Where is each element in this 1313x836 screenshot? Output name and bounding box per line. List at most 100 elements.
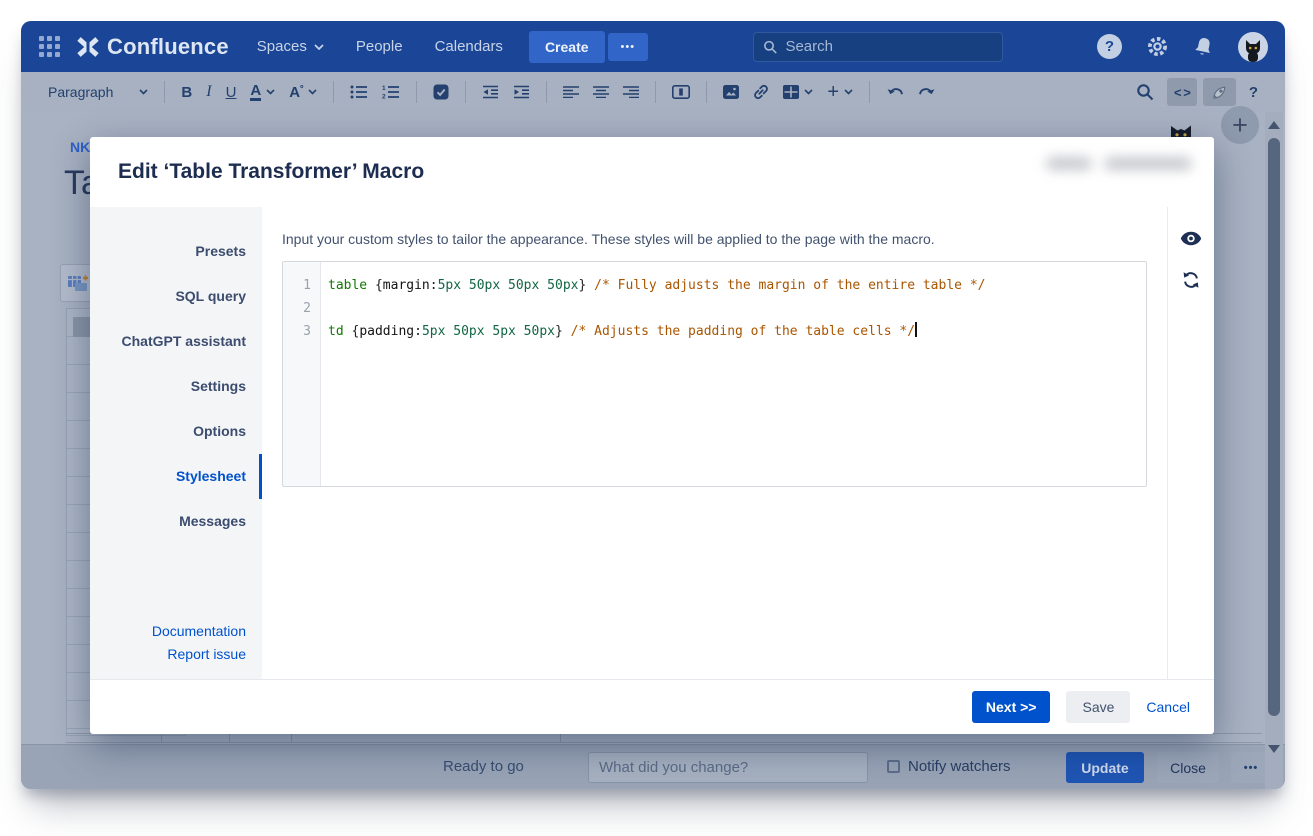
page-scrollbar[interactable] [1265,112,1283,789]
paragraph-label: Paragraph [48,84,114,100]
insert-more-dropdown[interactable]: + [820,78,860,106]
task-list-button[interactable] [426,78,456,106]
notify-watchers-checkbox[interactable] [887,760,900,773]
sidebar-item-messages[interactable]: Messages [90,499,262,544]
nav-item-calendars[interactable]: Calendars [435,38,503,55]
text-cursor [915,322,917,337]
redo-button[interactable] [911,78,943,106]
outdent-button[interactable] [475,78,506,106]
insert-table-dropdown[interactable] [776,78,820,106]
source-editor-button[interactable]: < > [1167,78,1197,106]
code-line-3: td {padding:5px 50px 5px 50px} /* Adjust… [328,322,917,339]
app-switcher-grid-icon[interactable] [38,35,62,59]
editor-status-bar: Ready to go Notify watchers Update Close… [21,744,1285,789]
editor-help-button[interactable]: ? [1242,78,1265,106]
outdent-icon [483,85,499,99]
numbered-list-button[interactable]: 1 2 [375,78,407,106]
paragraph-style-dropdown[interactable]: Paragraph [41,78,155,106]
cancel-link[interactable]: Cancel [1146,699,1190,715]
sidebar-item-sql-query[interactable]: SQL query [90,274,262,319]
nav-item-people[interactable]: People [356,38,403,55]
search-box[interactable] [753,31,1003,62]
align-center-button[interactable] [586,78,616,106]
dialog-side-tools [1167,207,1214,679]
page-layout-button[interactable] [665,78,697,106]
insert-link-button[interactable] [746,78,776,106]
avatar [1238,31,1268,62]
underline-button[interactable]: U [219,78,244,106]
undo-icon [887,87,904,94]
user-avatar[interactable] [1238,31,1268,62]
align-right-button[interactable] [616,78,646,106]
preview-button[interactable] [1180,231,1202,246]
indent-button[interactable] [506,78,537,106]
stylesheet-description: Input your custom styles to tailor the a… [282,231,935,247]
top-navbar: Confluence Spaces People Calendars Creat… [21,21,1285,72]
rocket-icon [1213,86,1226,99]
confluence-logo[interactable]: Confluence [77,34,229,60]
sidebar-item-settings[interactable]: Settings [90,364,262,409]
toolbar-separator [465,81,467,103]
refresh-button[interactable] [1181,270,1201,290]
version-comment-input[interactable] [588,752,868,783]
scroll-up-arrow[interactable] [1268,121,1280,129]
next-button[interactable]: Next >> [971,691,1051,723]
nav-more-button[interactable]: ••• [607,32,649,61]
notifications-button[interactable] [1193,36,1214,58]
sidebar-item-chatgpt-assistant[interactable]: ChatGPT assistant [90,319,262,364]
search-icon [764,40,777,54]
toolbar-separator [164,81,166,103]
text-color-dropdown[interactable]: A [243,78,282,106]
line-number: 2 [303,301,311,316]
report-issue-link[interactable]: Report issue [152,643,246,666]
blurred-badge [1046,157,1192,170]
chevron-down-icon [804,89,813,95]
align-left-button[interactable] [556,78,586,106]
documentation-link[interactable]: Documentation [152,620,246,643]
italic-button[interactable]: I [199,78,218,106]
save-button[interactable]: Save [1066,691,1131,723]
notify-watchers-control[interactable]: Notify watchers [887,758,1011,775]
sidebar-item-stylesheet[interactable]: Stylesheet [90,454,262,499]
update-button[interactable]: Update [1066,752,1144,783]
insert-files-button[interactable] [716,78,746,106]
bullet-list-icon [350,85,368,99]
line-number-gutter: 1 2 3 [283,262,321,486]
find-replace-button[interactable] [1129,78,1161,106]
chevron-down-icon [314,43,324,50]
bell-icon [1195,37,1210,55]
toolbar-separator [706,81,708,103]
close-button[interactable]: Close [1157,752,1219,783]
svg-text:2: 2 [382,94,386,100]
redo-icon [919,87,935,94]
undo-button[interactable] [879,78,911,106]
nav-item-spaces[interactable]: Spaces [257,38,324,55]
gear-icon [1147,36,1168,57]
scrollbar-thumb[interactable] [1268,138,1280,716]
bullet-list-button[interactable] [343,78,375,106]
settings-button[interactable] [1146,35,1169,58]
text-styles-dropdown[interactable]: Aº [282,78,324,106]
align-right-icon [623,86,640,98]
svg-text:1: 1 [382,85,386,92]
sidebar-item-presets[interactable]: Presets [90,229,262,274]
cat-avatar-icon [1246,39,1260,62]
create-button[interactable]: Create [528,30,605,63]
chevron-down-icon [139,89,148,95]
breadcrumb[interactable]: NK [70,139,90,155]
rocket-addon-button[interactable] [1202,78,1236,106]
code-area[interactable]: table {margin:5px 50px 50px 50px} /* Ful… [321,262,1146,486]
sidebar-item-options[interactable]: Options [90,409,262,454]
search-icon [1137,84,1154,101]
toolbar-right-group: < > ? [1129,78,1265,106]
search-input[interactable] [785,38,993,55]
bold-button[interactable]: B [174,78,199,106]
help-button[interactable]: ? [1097,34,1122,59]
eye-icon [1180,231,1202,246]
table-transformer-icon [68,275,88,291]
indent-icon [514,85,530,99]
nav-item-label: People [355,38,403,55]
add-page-button[interactable]: + [1221,106,1259,144]
scroll-down-arrow[interactable] [1268,745,1280,753]
css-code-editor[interactable]: 1 2 3 table {margin:5px 50px 50px 50px} … [282,261,1147,487]
